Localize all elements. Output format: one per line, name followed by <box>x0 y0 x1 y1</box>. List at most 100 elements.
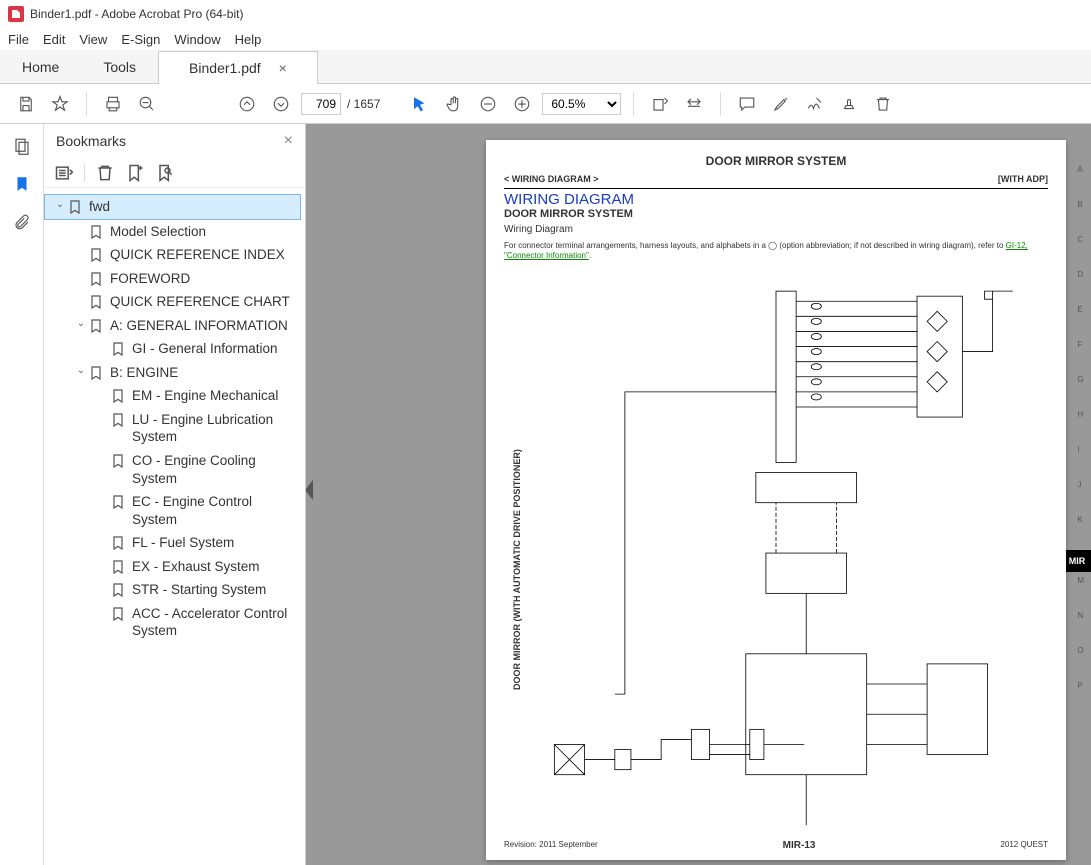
section-letter: E <box>1077 305 1084 314</box>
bookmark-label: QUICK REFERENCE INDEX <box>110 246 297 264</box>
bookmark-icon <box>88 247 104 263</box>
tab-close-icon[interactable]: × <box>279 60 287 76</box>
tab-tools[interactable]: Tools <box>81 50 158 83</box>
bookmark-item[interactable]: GI - General Information <box>44 337 301 361</box>
bookmark-icon <box>110 606 126 622</box>
section-letter: J <box>1077 480 1084 489</box>
zoom-minus-icon[interactable] <box>474 90 502 118</box>
comment-icon[interactable] <box>733 90 761 118</box>
stamp-icon[interactable] <box>835 90 863 118</box>
section-letter: O <box>1077 646 1084 655</box>
bookmarks-toolbar <box>44 158 305 188</box>
section-letter: M <box>1077 576 1084 585</box>
bookmark-label: FOREWORD <box>110 270 297 288</box>
menu-esign[interactable]: E-Sign <box>121 32 160 47</box>
bookmark-item[interactable]: EM - Engine Mechanical <box>44 384 301 408</box>
bookmark-item[interactable]: CO - Engine Cooling System <box>44 449 301 490</box>
footer-model: 2012 QUEST <box>1000 840 1048 851</box>
close-panel-icon[interactable]: × <box>284 132 293 150</box>
page-h3: Wiring Diagram <box>504 224 1048 235</box>
section-letter: D <box>1077 270 1084 279</box>
wiring-diagram: DOOR MIRROR (WITH AUTOMATIC DRIVE POSITI… <box>504 270 1048 836</box>
fit-page-icon[interactable] <box>680 90 708 118</box>
save-icon[interactable] <box>12 90 40 118</box>
left-rail <box>0 124 44 865</box>
bookmarks-tree[interactable]: ⌄fwd Model Selection QUICK REFERENCE INDEX… <box>44 188 305 865</box>
thumbnails-rail-icon[interactable] <box>10 134 34 158</box>
bookmark-item[interactable]: ACC - Accelerator Control System <box>44 602 301 643</box>
menu-help[interactable]: Help <box>235 32 262 47</box>
page-down-icon[interactable] <box>267 90 295 118</box>
option-tag: [WITH ADP] <box>998 174 1048 184</box>
bookmark-item[interactable]: ⌄B: ENGINE <box>44 361 301 385</box>
section-letter: A <box>1077 165 1084 174</box>
select-tool-icon[interactable] <box>406 90 434 118</box>
tab-home[interactable]: Home <box>0 50 81 83</box>
fit-width-icon[interactable] <box>646 90 674 118</box>
page-note: For connector terminal arrangements, har… <box>504 241 1048 262</box>
bm-delete-icon[interactable] <box>95 163 115 183</box>
bm-options-icon[interactable] <box>54 163 74 183</box>
zoom-select[interactable]: 60.5% <box>542 93 621 115</box>
main-area: Bookmarks × ⌄fwdModel SelectionQUICK REF… <box>0 124 1091 865</box>
titlebar: Binder1.pdf - Adobe Acrobat Pro (64-bit) <box>0 0 1091 28</box>
page-h1: WIRING DIAGRAM <box>504 188 1048 208</box>
menu-file[interactable]: File <box>8 32 29 47</box>
sign-icon[interactable] <box>801 90 829 118</box>
section-letter: N <box>1077 611 1084 620</box>
bookmark-item[interactable]: FL - Fuel System <box>44 531 301 555</box>
bookmark-item[interactable]: QUICK REFERENCE CHART <box>44 290 301 314</box>
bookmark-item[interactable]: QUICK REFERENCE INDEX <box>44 243 301 267</box>
bookmark-label: STR - Starting System <box>132 581 297 599</box>
zoom-plus-icon[interactable] <box>508 90 536 118</box>
section-letters: ABCDEFGHIJKMNOP <box>1077 165 1084 690</box>
bookmark-icon <box>88 365 104 381</box>
bookmark-item[interactable]: EC - Engine Control System <box>44 490 301 531</box>
bookmark-label: Model Selection <box>110 223 297 241</box>
section-letter: I <box>1077 445 1084 454</box>
menu-window[interactable]: Window <box>174 32 220 47</box>
wiring-svg <box>504 270 1048 836</box>
bookmark-item[interactable]: EX - Exhaust System <box>44 555 301 579</box>
bookmarks-panel: Bookmarks × ⌄fwdModel SelectionQUICK REF… <box>44 124 306 865</box>
print-icon[interactable] <box>99 90 127 118</box>
page-number-input[interactable] <box>301 93 341 115</box>
collapse-panel-icon[interactable] <box>306 480 313 500</box>
pdf-icon <box>8 6 24 22</box>
menu-view[interactable]: View <box>79 32 107 47</box>
page-h2: DOOR MIRROR SYSTEM <box>504 208 1048 220</box>
bookmark-item[interactable]: ⌄fwd <box>44 194 301 220</box>
bookmark-label: B: ENGINE <box>110 364 297 382</box>
trash-icon[interactable] <box>869 90 897 118</box>
bookmark-icon <box>88 318 104 334</box>
tab-document[interactable]: Binder1.pdf × <box>158 51 318 84</box>
bookmark-icon <box>110 494 126 510</box>
bookmark-label: LU - Engine Lubrication System <box>132 411 297 446</box>
bookmark-icon <box>110 535 126 551</box>
hand-tool-icon[interactable] <box>440 90 468 118</box>
bm-new-icon[interactable] <box>125 163 145 183</box>
bookmark-label: ACC - Accelerator Control System <box>132 605 297 640</box>
star-icon[interactable] <box>46 90 74 118</box>
bookmark-item[interactable]: Model Selection <box>44 220 301 244</box>
window-title: Binder1.pdf - Adobe Acrobat Pro (64-bit) <box>30 7 243 21</box>
footer-page: MIR-13 <box>783 840 816 851</box>
bookmark-label: EC - Engine Control System <box>132 493 297 528</box>
bookmark-item[interactable]: ⌄A: GENERAL INFORMATION <box>44 314 301 338</box>
bm-find-icon[interactable] <box>155 163 175 183</box>
bookmark-icon <box>110 412 126 428</box>
bookmark-item[interactable]: FOREWORD <box>44 267 301 291</box>
bookmark-item[interactable]: STR - Starting System <box>44 578 301 602</box>
attachments-rail-icon[interactable] <box>10 210 34 234</box>
bookmarks-rail-icon[interactable] <box>10 172 34 196</box>
tabbar: Home Tools Binder1.pdf × <box>0 50 1091 84</box>
bookmark-icon <box>110 341 126 357</box>
zoom-out-icon[interactable] <box>133 90 161 118</box>
highlight-icon[interactable] <box>767 90 795 118</box>
page-up-icon[interactable] <box>233 90 261 118</box>
bookmark-item[interactable]: LU - Engine Lubrication System <box>44 408 301 449</box>
section-letter: H <box>1077 410 1084 419</box>
menubar: File Edit View E-Sign Window Help <box>0 28 1091 50</box>
document-area[interactable]: MIR DOOR MIRROR SYSTEM < WIRING DIAGRAM … <box>306 124 1091 865</box>
menu-edit[interactable]: Edit <box>43 32 65 47</box>
